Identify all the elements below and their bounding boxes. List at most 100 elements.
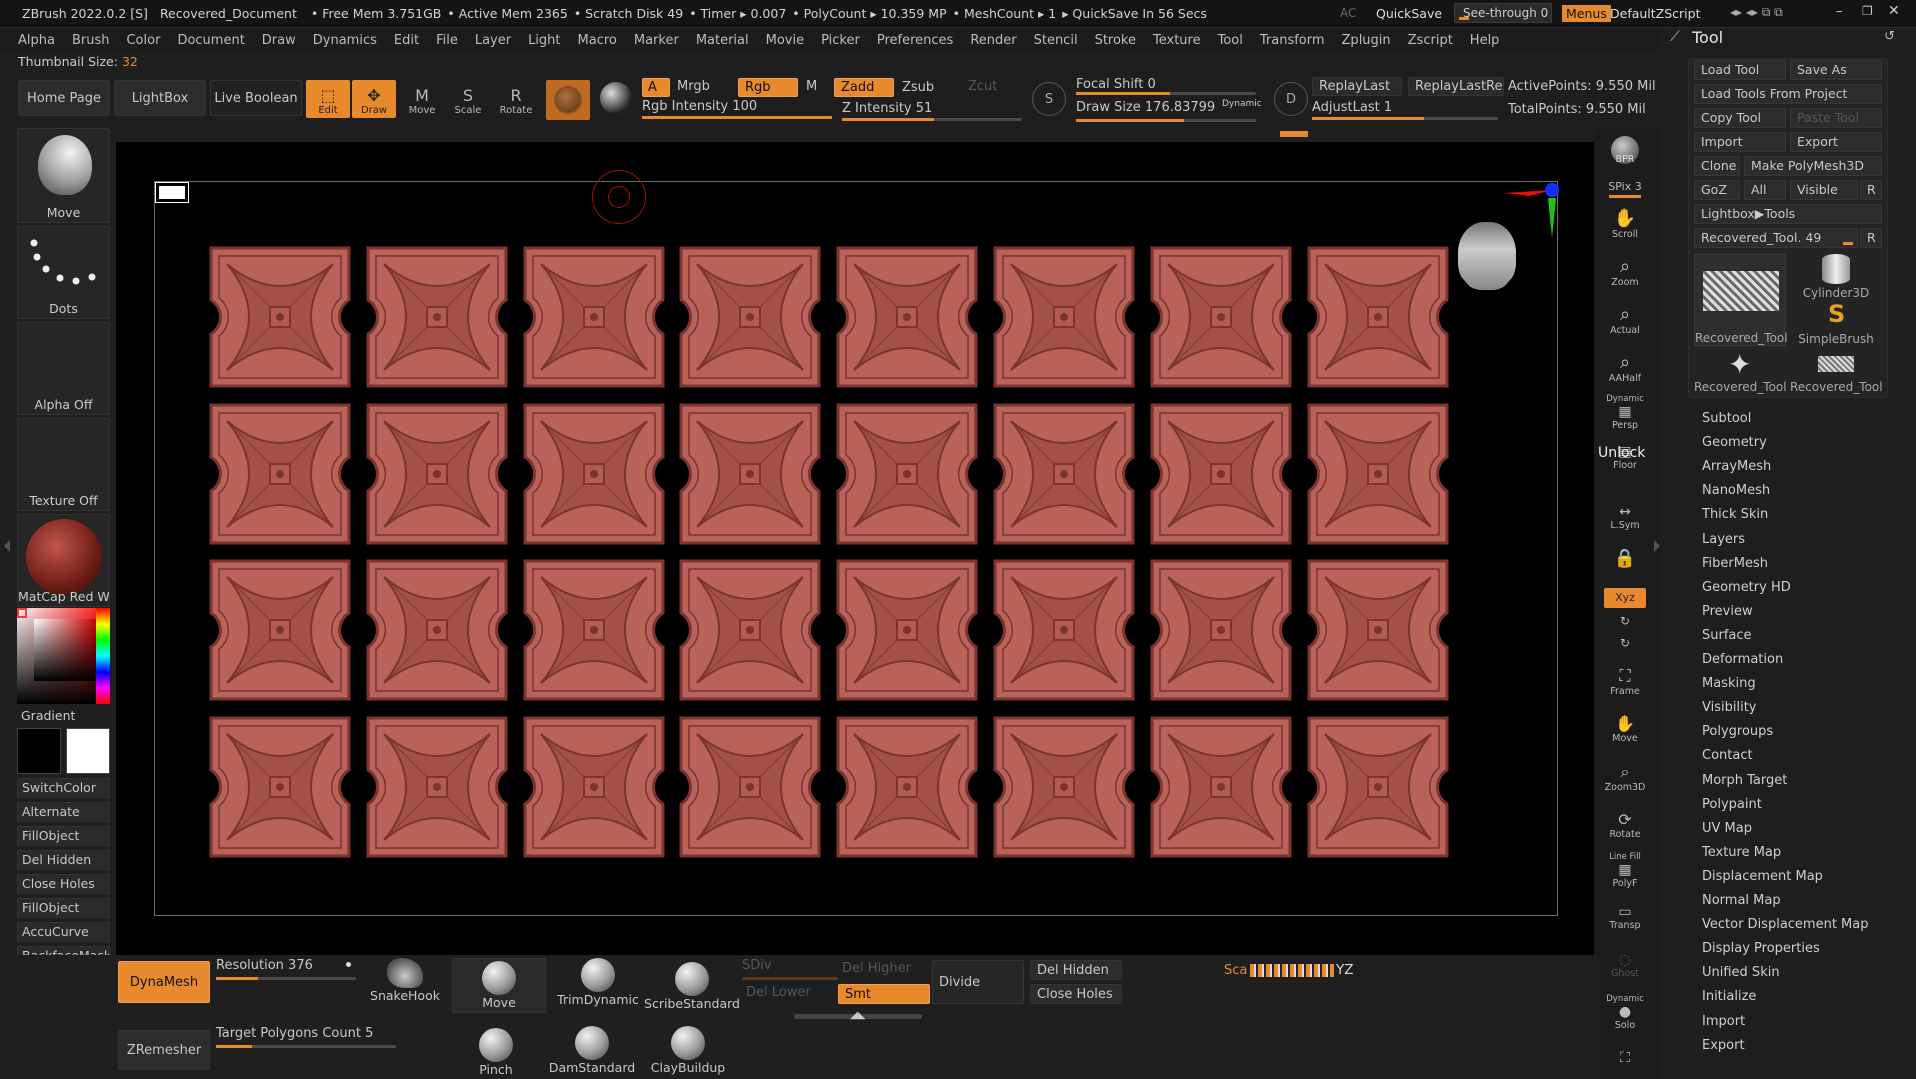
tool-section-vector-displacement-map[interactable]: Vector Displacement Map bbox=[1702, 917, 1869, 932]
stroke-selector[interactable]: Dots bbox=[17, 226, 110, 319]
lazymouse-d-icon[interactable]: D bbox=[1274, 82, 1308, 116]
replay-last-rel-button[interactable]: ReplayLastRel bbox=[1408, 77, 1504, 96]
sdiv-slider[interactable]: SDiv bbox=[742, 958, 838, 980]
tool-section-geometry[interactable]: Geometry bbox=[1702, 435, 1767, 450]
tool-section-preview[interactable]: Preview bbox=[1702, 604, 1753, 619]
menu-edit[interactable]: Edit bbox=[394, 33, 419, 48]
aahalf-button[interactable]: ⌕ AAHalf bbox=[1602, 352, 1648, 384]
menu-macro[interactable]: Macro bbox=[578, 33, 617, 48]
menu-layer[interactable]: Layer bbox=[475, 33, 511, 48]
quicksave-button[interactable]: QuickSave bbox=[1376, 6, 1442, 21]
live-boolean-button[interactable]: Live Boolean bbox=[210, 80, 302, 116]
secondary-color-swatch[interactable] bbox=[17, 728, 61, 774]
tool-thumb-cylinder3d[interactable]: Cylinder3D bbox=[1790, 254, 1882, 300]
polyf-button[interactable]: Line Fill ▦ PolyF bbox=[1602, 852, 1648, 889]
minimize-icon[interactable]: – bbox=[1836, 4, 1843, 19]
tool-section-import[interactable]: Import bbox=[1702, 1014, 1745, 1029]
menus-toggle[interactable]: Menus bbox=[1562, 5, 1611, 22]
del-lower-button[interactable]: Del Lower bbox=[746, 985, 811, 1000]
tool-section-arraymesh[interactable]: ArrayMesh bbox=[1702, 459, 1771, 474]
rotate-z-icon[interactable]: ↻ bbox=[1602, 636, 1648, 650]
load-tools-from-project-button[interactable]: Load Tools From Project bbox=[1694, 84, 1882, 104]
accucurve-button[interactable]: AccuCurve bbox=[17, 922, 110, 942]
menu-picker[interactable]: Picker bbox=[821, 33, 860, 48]
tool-section-texture-map[interactable]: Texture Map bbox=[1702, 845, 1781, 860]
copy-tool-button[interactable]: Copy Tool bbox=[1694, 108, 1786, 128]
move-mode-button[interactable]: M Move bbox=[400, 80, 444, 118]
color-sphere-icon[interactable] bbox=[600, 82, 632, 114]
zadd-toggle[interactable]: Zadd bbox=[834, 78, 894, 97]
menu-zplugin[interactable]: Zplugin bbox=[1342, 33, 1391, 48]
zoom3d-button[interactable]: ⌕ Zoom3D bbox=[1602, 762, 1648, 793]
brush-damstandard[interactable]: DamStandard bbox=[549, 1026, 635, 1075]
tool-section-deformation[interactable]: Deformation bbox=[1702, 652, 1783, 667]
tool-section-geometry-hd[interactable]: Geometry HD bbox=[1702, 580, 1791, 595]
menu-help[interactable]: Help bbox=[1470, 33, 1500, 48]
menu-dynamics[interactable]: Dynamics bbox=[313, 33, 377, 48]
goz-r-button[interactable]: R bbox=[1860, 180, 1882, 200]
tool-section-layers[interactable]: Layers bbox=[1702, 532, 1745, 547]
transp-button[interactable]: ▭ Transp bbox=[1602, 904, 1648, 931]
edit-button[interactable]: ⬚ Edit bbox=[306, 80, 350, 118]
del-higher-button[interactable]: Del Higher bbox=[842, 961, 911, 976]
menu-movie[interactable]: Movie bbox=[766, 33, 804, 48]
menu-draw[interactable]: Draw bbox=[262, 33, 296, 48]
brush-move[interactable]: Move bbox=[452, 958, 546, 1013]
tool-thumb-recovered-tool[interactable]: Recovered_Tool bbox=[1694, 254, 1788, 346]
maximize-icon[interactable]: ❐ bbox=[1862, 4, 1873, 18]
m-toggle[interactable]: M bbox=[806, 79, 817, 94]
tool-section-thick-skin[interactable]: Thick Skin bbox=[1702, 507, 1768, 522]
tool-section-initialize[interactable]: Initialize bbox=[1702, 989, 1756, 1004]
scale-mode-button[interactable]: S Scale bbox=[446, 80, 490, 118]
dynamesh-button[interactable]: DynaMesh bbox=[118, 961, 210, 1003]
menu-color[interactable]: Color bbox=[126, 33, 160, 48]
material-selector[interactable]: MatCap Red Wax bbox=[17, 514, 110, 607]
del-hidden-button[interactable]: Del Hidden bbox=[1030, 960, 1122, 980]
menu-preferences[interactable]: Preferences bbox=[877, 33, 953, 48]
rgb-toggle[interactable]: Rgb bbox=[738, 78, 798, 97]
tool-section-export[interactable]: Export bbox=[1702, 1038, 1745, 1053]
menu-stroke[interactable]: Stroke bbox=[1095, 33, 1136, 48]
solo-button[interactable]: Dynamic ● Solo bbox=[1602, 994, 1648, 1031]
tool-thumb-simplebrush[interactable]: S SimpleBrush bbox=[1790, 300, 1882, 346]
bpr-button[interactable]: BPR bbox=[1602, 136, 1648, 165]
alpha-selector[interactable]: Alpha Off bbox=[17, 322, 110, 415]
switch-color-button[interactable]: SwitchColor bbox=[17, 778, 110, 798]
goz-visible-button[interactable]: Visible bbox=[1790, 180, 1858, 200]
menu-alpha[interactable]: Alpha bbox=[18, 33, 55, 48]
target-polygons-slider[interactable]: Target Polygons Count 5 bbox=[216, 1026, 396, 1048]
menu-marker[interactable]: Marker bbox=[634, 33, 679, 48]
see-through-slider[interactable]: See-through 0 bbox=[1454, 3, 1552, 23]
goz-all-button[interactable]: All bbox=[1744, 180, 1786, 200]
replay-last-button[interactable]: ReplayLast bbox=[1312, 77, 1402, 96]
make-polymesh-button[interactable]: Make PolyMesh3D bbox=[1744, 156, 1882, 176]
home-page-button[interactable]: Home Page bbox=[18, 80, 110, 116]
scroll-handle-icon[interactable]: ◢◣ bbox=[850, 1010, 865, 1021]
mrgb-toggle[interactable]: Mrgb bbox=[677, 79, 710, 94]
tool-section-nanomesh[interactable]: NanoMesh bbox=[1702, 483, 1770, 498]
hue-strip[interactable] bbox=[96, 608, 110, 704]
draw-button[interactable]: ✥ Draw bbox=[352, 80, 396, 118]
tool-section-visibility[interactable]: Visibility bbox=[1702, 700, 1756, 715]
zcut-toggle[interactable]: Zcut bbox=[968, 79, 997, 94]
persp-button[interactable]: Dynamic ▦ Persp bbox=[1602, 394, 1648, 431]
resolution-slider[interactable]: Resolution 376 bbox=[216, 958, 356, 980]
tool-section-normal-map[interactable]: Normal Map bbox=[1702, 893, 1781, 908]
left-collapse-arrow[interactable] bbox=[4, 540, 10, 552]
focal-shift-slider[interactable]: Focal Shift 0 bbox=[1076, 77, 1256, 97]
menu-zscript[interactable]: Zscript bbox=[1408, 33, 1453, 48]
current-tool-r-button[interactable]: R bbox=[1860, 228, 1882, 248]
primary-color-swatch[interactable] bbox=[66, 728, 110, 774]
divide-button[interactable]: Divide bbox=[932, 960, 1024, 1004]
fill-object-2-button[interactable]: FillObject bbox=[17, 898, 110, 918]
del-hidden-left-button[interactable]: Del Hidden bbox=[17, 850, 110, 870]
tool-section-subtool[interactable]: Subtool bbox=[1702, 411, 1751, 426]
a-toggle[interactable]: A bbox=[642, 78, 670, 97]
tool-section-unified-skin[interactable]: Unified Skin bbox=[1702, 965, 1780, 980]
menu-stencil[interactable]: Stencil bbox=[1034, 33, 1078, 48]
export-tool-button[interactable]: Export bbox=[1790, 132, 1882, 152]
xyz-button[interactable]: Xyz bbox=[1602, 588, 1648, 608]
spix-slider[interactable]: SPix 3 bbox=[1602, 180, 1648, 198]
brush-claybuildup[interactable]: ClayBuildup bbox=[646, 1026, 730, 1075]
yz-label[interactable]: YZ bbox=[1336, 962, 1354, 978]
